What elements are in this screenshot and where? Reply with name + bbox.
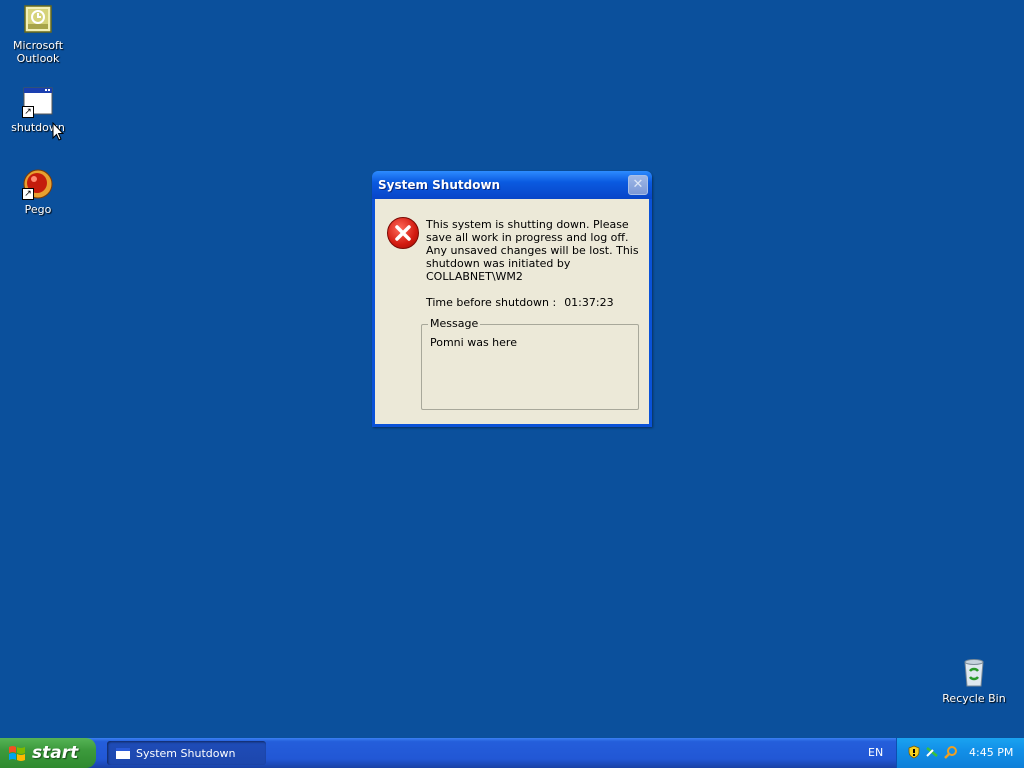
taskbar: start System Shutdown EN 4:45 PM [0, 738, 1024, 768]
message-groupbox: Message Pomni was here [421, 317, 639, 410]
groupbox-message: Pomni was here [430, 336, 517, 349]
shortcut-arrow-icon: ↗ [22, 106, 34, 118]
shortcut-arrow-icon: ↗ [22, 188, 34, 200]
shutdown-message: This system is shutting down. Please sav… [426, 218, 639, 283]
language-indicator[interactable]: EN [868, 746, 883, 759]
desktop: Microsoft Outlook ↗ shutdown ↗ Pego Recy… [0, 0, 1024, 738]
window-icon [116, 747, 130, 759]
dialog-titlebar[interactable]: System Shutdown ✕ [372, 171, 652, 199]
groupbox-label: Message [428, 317, 481, 330]
taskbar-item-system-shutdown[interactable]: System Shutdown [107, 741, 266, 765]
desktop-icon-pego[interactable]: ↗ Pego [0, 168, 76, 216]
desktop-icon-label: Pego [24, 203, 52, 216]
close-button[interactable]: ✕ [628, 175, 648, 195]
network-icon[interactable] [925, 745, 939, 759]
mouse-cursor-icon [52, 122, 64, 141]
system-tray: 4:45 PM [896, 738, 1024, 768]
error-icon [387, 217, 419, 249]
desktop-icon-outlook[interactable]: Microsoft Outlook [0, 4, 76, 65]
security-shield-icon[interactable] [907, 745, 921, 759]
desktop-icon-label: Recycle Bin [942, 692, 1006, 705]
timer-row: Time before shutdown : 01:37:23 [426, 296, 614, 309]
recycle-bin-icon [958, 657, 990, 689]
clock[interactable]: 4:45 PM [969, 746, 1013, 759]
outlook-icon [22, 4, 54, 36]
desktop-icon-shutdown[interactable]: ↗ shutdown [0, 86, 76, 134]
desktop-icon-recycle-bin[interactable]: Recycle Bin [936, 657, 1012, 705]
timer-value: 01:37:23 [564, 296, 614, 309]
shortcut-window-icon: ↗ [22, 86, 54, 118]
dialog-body: This system is shutting down. Please sav… [375, 199, 649, 424]
start-button[interactable]: start [0, 738, 96, 768]
start-label: start [32, 743, 79, 763]
desktop-icon-label: shutdown [11, 121, 65, 134]
search-magnifier-icon[interactable] [944, 745, 958, 759]
timer-label: Time before shutdown : [426, 296, 557, 309]
windows-logo-icon [9, 746, 25, 761]
desktop-icon-label: Microsoft Outlook [12, 39, 64, 65]
taskbar-item-label: System Shutdown [136, 746, 236, 760]
system-shutdown-dialog: System Shutdown ✕ This system is shuttin… [372, 171, 652, 427]
dialog-title: System Shutdown [378, 178, 501, 192]
pego-app-icon: ↗ [22, 168, 54, 200]
